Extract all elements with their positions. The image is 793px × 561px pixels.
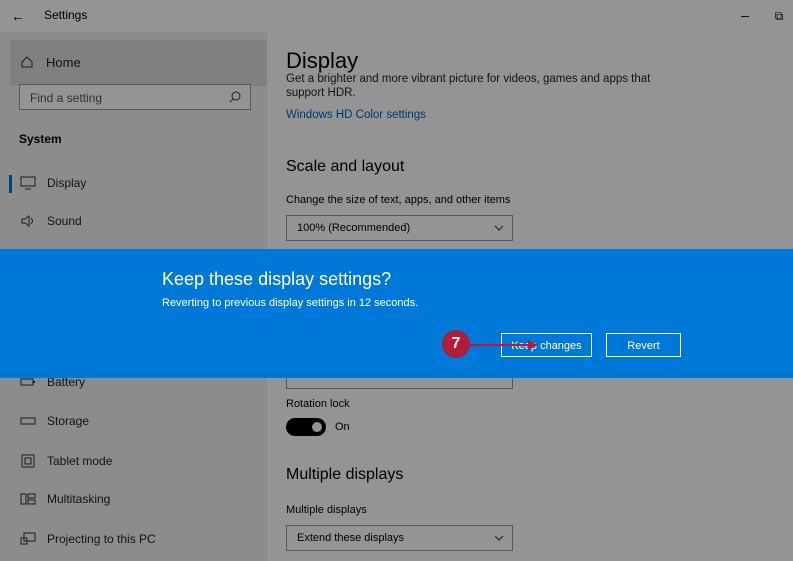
step-callout: 7 — [442, 330, 562, 360]
revert-button[interactable]: Revert — [606, 333, 681, 357]
callout-arrow-icon — [528, 340, 538, 350]
dialog-title: Keep these display settings? — [162, 269, 392, 289]
dialog-message: Reverting to previous display settings i… — [162, 297, 419, 309]
step-number-badge: 7 — [442, 330, 470, 358]
callout-line — [460, 344, 530, 346]
keep-settings-dialog: Keep these display settings? Reverting t… — [0, 249, 793, 378]
